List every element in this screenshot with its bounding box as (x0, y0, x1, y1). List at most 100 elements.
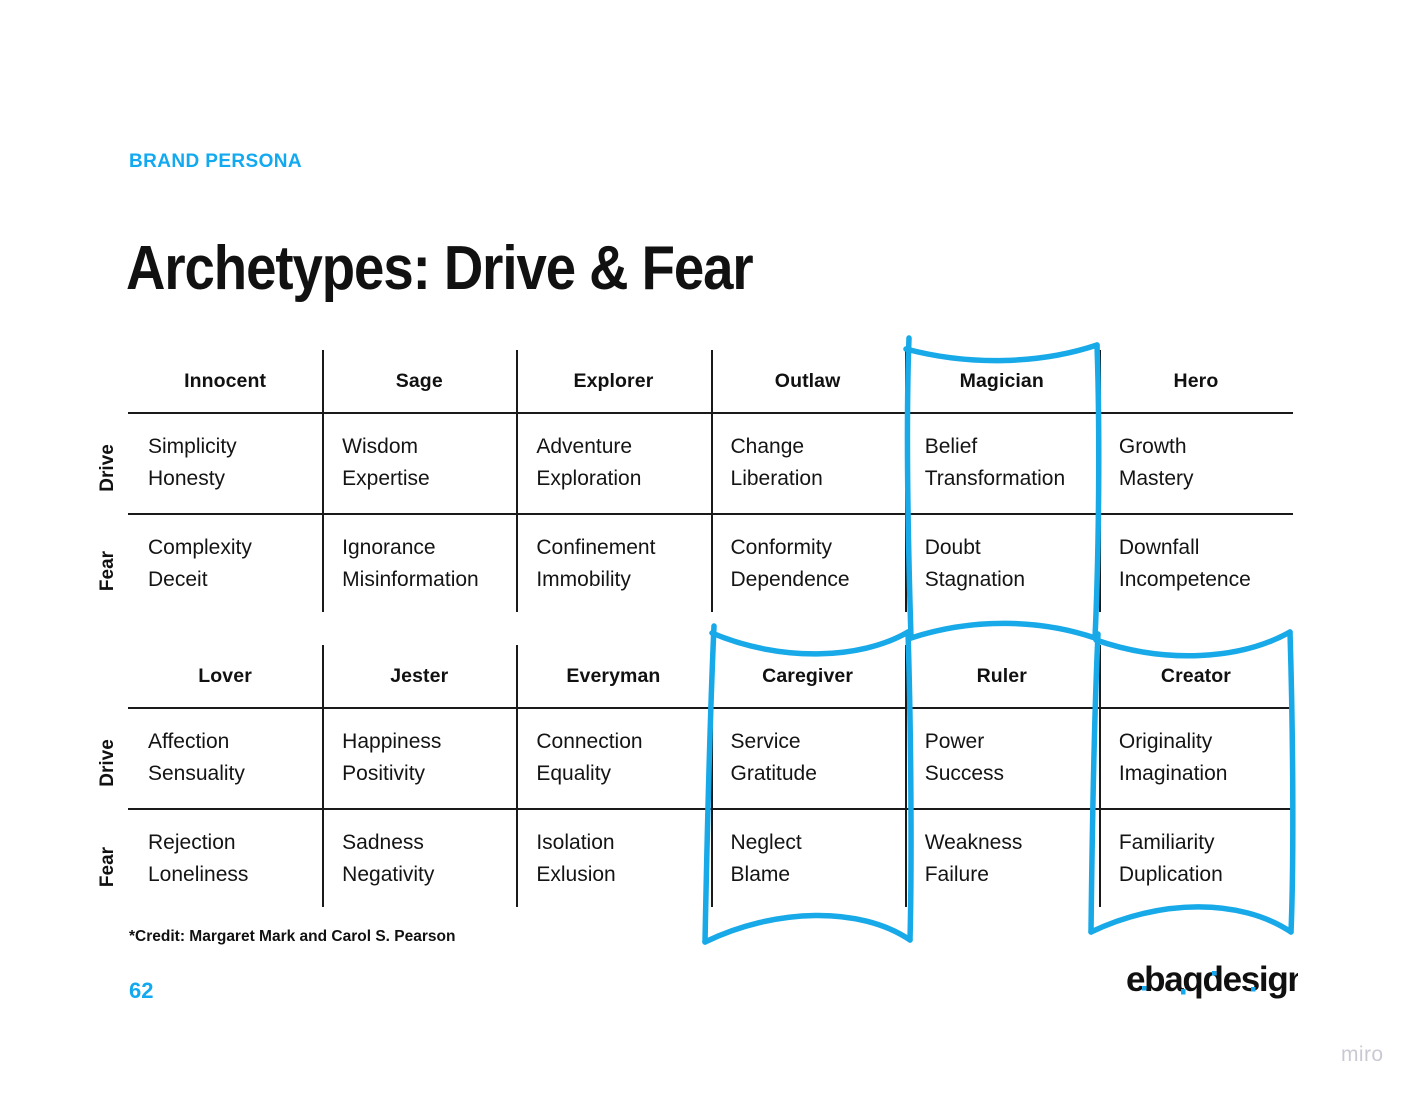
table-cell: Sadness Negativity (322, 808, 516, 906)
cell-line: Affection (148, 730, 230, 753)
column-divider (904, 350, 907, 612)
table-cell: Originality Imagination (1099, 707, 1293, 808)
table-cell: Doubt Stagnation (905, 513, 1099, 611)
column-header-innocent: Innocent (128, 350, 322, 412)
logo-accent-dot (1142, 986, 1147, 991)
cell-line: Success (924, 762, 1005, 785)
table-cell: Adventure Exploration (516, 412, 710, 513)
cell-line: Exlusion (536, 863, 616, 886)
cell-line: Downfall (1118, 536, 1200, 559)
column-header-caregiver: Caregiver (711, 645, 905, 707)
cell-line: Deceit (148, 568, 208, 591)
cell-line: Change (730, 435, 805, 458)
cell-line: Growth (1118, 435, 1187, 458)
cell-line: Weakness (924, 831, 1023, 854)
cell-line: Gratitude (730, 762, 817, 785)
cell-line: Belief (924, 435, 978, 458)
cell-line: Liberation (730, 467, 823, 490)
cell-line: Blame (730, 863, 791, 886)
header-label: Everyman (566, 664, 661, 687)
cell-line: Complexity (148, 536, 252, 559)
column-divider (1099, 645, 1101, 907)
axis-label-fear: Fear (97, 550, 118, 592)
cell-line: Failure (924, 863, 989, 886)
table-cell: Rejection Loneliness (128, 808, 322, 906)
table-cell: Downfall Incompetence (1099, 513, 1293, 611)
table-cell: Service Gratitude (711, 707, 905, 808)
table-cell: Wisdom Expertise (322, 412, 516, 513)
cell-line: Connection (536, 730, 643, 753)
table-cell: Neglect Blame (711, 808, 905, 906)
column-header-explorer: Explorer (516, 350, 710, 412)
cell-line: Exploration (536, 467, 642, 490)
column-divider (710, 350, 713, 612)
table-cell: Power Success (905, 707, 1099, 808)
cell-line: Originality (1118, 730, 1213, 753)
matrix-grid: Innocent Sage Explorer Outlaw Magician H… (128, 350, 1293, 612)
table-cell: Growth Mastery (1099, 412, 1293, 513)
highlight-magician-bottom (908, 620, 1098, 641)
header-label: Hero (1173, 369, 1219, 392)
cell-line: Expertise (342, 467, 430, 490)
eyebrow-label: BRAND PERSONA (129, 151, 303, 172)
column-header-jester: Jester (322, 645, 516, 707)
column-divider (1099, 350, 1101, 612)
table-cell: Connection Equality (516, 707, 710, 808)
header-label: Creator (1160, 664, 1231, 687)
column-divider (322, 645, 325, 907)
highlight-creator-bottom (1088, 904, 1294, 935)
cell-line: Rejection (148, 831, 236, 854)
header-label: Jester (390, 664, 449, 687)
table-cell: Familiarity Duplication (1099, 808, 1293, 906)
axis-label-drive: Drive (97, 739, 118, 787)
cell-line: Ignorance (342, 536, 436, 559)
cell-line: Happiness (342, 730, 442, 753)
header-label: Lover (198, 664, 252, 687)
ebaqdesign-logo: ebaqdesign (1126, 960, 1298, 999)
highlight-caregiver-bottom (702, 912, 913, 945)
cell-line: Adventure (536, 435, 633, 458)
logo-accent-dot (1251, 987, 1256, 992)
table-cell: Conformity Dependence (711, 513, 905, 611)
axis-label-drive: Drive (97, 444, 118, 492)
cell-line: Imagination (1118, 762, 1228, 785)
column-divider (516, 645, 519, 907)
header-label: Caregiver (762, 664, 854, 687)
cell-line: Incompetence (1118, 568, 1251, 591)
header-label: Sage (395, 369, 443, 392)
cell-line: Isolation (536, 831, 615, 854)
cell-line: Immobility (536, 568, 631, 591)
logo-wordmark: ebaqdesign (1126, 960, 1298, 999)
cell-line: Misinformation (342, 568, 479, 591)
column-divider (710, 645, 713, 907)
archetype-matrix-one: Innocent Sage Explorer Outlaw Magician H… (128, 350, 1293, 612)
table-cell: Happiness Positivity (322, 707, 516, 808)
cell-line: Neglect (730, 831, 802, 854)
table-cell: Belief Transformation (905, 412, 1099, 513)
cell-line: Dependence (730, 568, 850, 591)
cell-line: Negativity (342, 863, 435, 886)
column-header-lover: Lover (128, 645, 322, 707)
cell-line: Equality (536, 762, 612, 785)
page-number: 62 (129, 978, 154, 1003)
header-label: Innocent (184, 369, 267, 392)
column-header-outlaw: Outlaw (711, 350, 905, 412)
page-title: Archetypes: Drive & Fear (126, 234, 754, 303)
header-label: Outlaw (774, 369, 841, 392)
axis-label-fear: Fear (97, 846, 118, 888)
cell-line: Wisdom (342, 435, 419, 458)
cell-line: Stagnation (924, 568, 1026, 591)
cell-line: Doubt (924, 536, 981, 559)
cell-line: Confinement (536, 536, 656, 559)
cell-line: Power (924, 730, 985, 753)
column-divider (516, 350, 519, 612)
column-divider (904, 645, 907, 907)
cell-line: Honesty (148, 467, 226, 490)
cell-line: Sensuality (148, 762, 245, 785)
column-header-sage: Sage (322, 350, 516, 412)
column-header-ruler: Ruler (905, 645, 1099, 707)
header-label: Ruler (976, 664, 1027, 687)
table-cell: Change Liberation (711, 412, 905, 513)
miro-watermark: miro (1341, 1043, 1384, 1066)
cell-line: Transformation (924, 467, 1066, 490)
